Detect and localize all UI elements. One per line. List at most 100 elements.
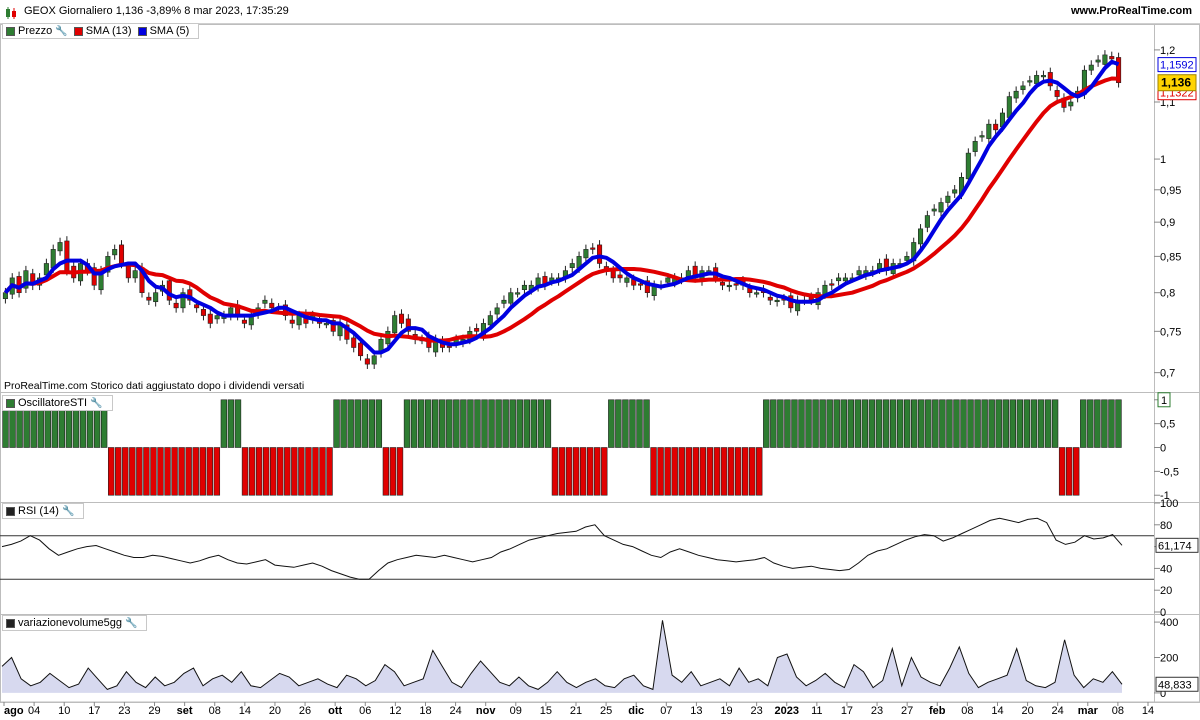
sti-bar	[389, 447, 397, 496]
candle-body	[904, 256, 910, 261]
candle-body	[583, 249, 589, 259]
sti-bar	[812, 399, 819, 448]
x-tick-label: 25	[600, 705, 612, 717]
sti-bar	[1094, 399, 1101, 448]
candle	[569, 258, 575, 273]
candle-body	[153, 292, 159, 303]
candles	[2, 50, 1122, 369]
candle-body	[1034, 75, 1040, 84]
x-tick-label: 29	[148, 705, 160, 717]
sti-bar	[474, 399, 481, 448]
sti-bar	[1080, 399, 1087, 448]
sti-bar	[946, 399, 953, 448]
sti-bar	[1115, 399, 1122, 448]
candle-body	[610, 270, 616, 279]
x-tick-label: 06	[359, 705, 371, 717]
sti-bar	[594, 447, 601, 496]
volume-legend[interactable]: variazionevolume5gg 🔧	[2, 615, 148, 631]
y-tick-label-rsi: 100	[1160, 498, 1178, 510]
candle-body	[508, 292, 514, 304]
candle-body	[57, 242, 63, 252]
y-tick-label-price: 0,95	[1160, 185, 1181, 197]
sti-bar	[713, 447, 721, 496]
candle-body	[1095, 59, 1101, 63]
sti-bar	[685, 447, 692, 496]
candle-body	[719, 282, 726, 286]
sti-bar	[347, 399, 354, 448]
sti-bar	[692, 447, 700, 496]
rsi-line	[1, 517, 1123, 580]
rsi-legend[interactable]: RSI (14) 🔧	[2, 503, 85, 519]
candle	[173, 298, 179, 313]
sti-bar	[122, 447, 129, 496]
wrench-icon: 🔧	[61, 505, 75, 517]
x-tick-label: 14	[239, 705, 251, 717]
y-tick-label-sti: 0	[1160, 443, 1166, 455]
candle-body	[945, 195, 951, 203]
legend-item-sma5[interactable]: SMA (5)	[137, 25, 189, 37]
sti-bar	[460, 399, 467, 448]
candle-body	[836, 277, 842, 282]
candle-body	[965, 152, 971, 180]
candle	[146, 292, 152, 306]
sti-bar	[903, 399, 911, 448]
candle-body	[501, 299, 507, 304]
sti-bar	[439, 399, 446, 448]
candle-body	[1102, 54, 1108, 65]
candle-body	[767, 296, 773, 301]
sti-bar	[1051, 399, 1059, 448]
x-tick-label: 21	[570, 705, 582, 717]
x-tick-label: 19	[720, 705, 732, 717]
sti-bar	[312, 447, 319, 496]
x-tick-label: ago	[4, 705, 24, 717]
candle-body	[733, 283, 739, 286]
candle-body	[323, 323, 329, 326]
sti-bar	[833, 399, 840, 448]
chart-canvas[interactable]: 1,21,110,950,90,850,80,750,71,15921,1322…	[0, 0, 1200, 720]
candle	[644, 276, 650, 298]
candle-body	[979, 135, 985, 138]
sti-bar	[1009, 399, 1017, 448]
sti-bar	[953, 399, 960, 448]
legend-item-price[interactable]: Prezzo 🔧	[6, 25, 68, 37]
candle	[1095, 55, 1101, 67]
candle-body	[446, 345, 452, 348]
sti-bar	[784, 399, 791, 448]
candle-body	[1013, 90, 1019, 99]
x-tick-label: 12	[389, 705, 401, 717]
candle-body	[521, 284, 527, 290]
sti-bar	[220, 399, 228, 448]
sti-bar	[657, 447, 664, 496]
candle-body	[474, 328, 480, 332]
candle-body	[624, 277, 630, 283]
candle	[597, 240, 603, 269]
sti-bar	[1016, 399, 1024, 448]
candle-body	[515, 292, 521, 295]
candle	[972, 136, 978, 157]
sti-bar	[192, 447, 199, 496]
candle	[1088, 60, 1094, 76]
candle	[64, 236, 70, 276]
candle	[344, 320, 350, 345]
price-legend[interactable]: Prezzo 🔧 SMA (13) SMA (5)	[2, 23, 200, 39]
sma5-line	[3, 59, 1120, 355]
legend-item-sma13[interactable]: SMA (13)	[73, 25, 132, 37]
candle-body	[50, 249, 56, 269]
x-tick-label: set	[177, 705, 193, 717]
sti-bar	[615, 399, 622, 448]
sti-legend[interactable]: OscillatoreSTI 🔧	[2, 395, 113, 411]
sti-bar	[1044, 399, 1052, 448]
y-tick-label-price: 0,8	[1160, 288, 1175, 300]
candle	[515, 287, 521, 298]
y-tick-label-price: 0,7	[1160, 368, 1175, 380]
sti-bar	[298, 447, 305, 496]
candle-body	[1054, 90, 1060, 97]
candle-body	[938, 202, 944, 213]
x-tick-label: 13	[690, 705, 702, 717]
sti-bar	[1065, 447, 1073, 496]
x-tick-label: 07	[660, 705, 672, 717]
sti-bar	[206, 447, 213, 496]
x-tick-label: 08	[1112, 705, 1124, 717]
candle	[1013, 86, 1019, 103]
x-tick-label: feb	[929, 705, 946, 717]
